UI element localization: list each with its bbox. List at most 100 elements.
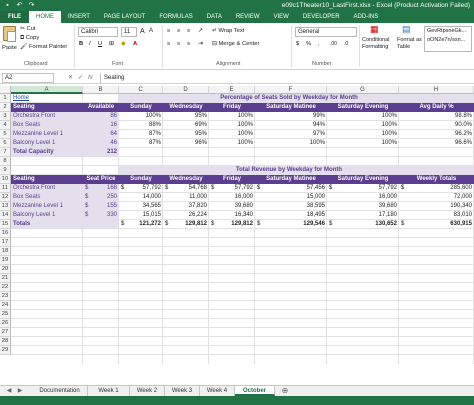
align-right-icon[interactable]: ≡: [187, 40, 190, 49]
table2-header[interactable]: Wednesday: [163, 175, 209, 184]
row-header-2[interactable]: 2: [0, 103, 11, 112]
currency-icon[interactable]: $: [296, 40, 299, 49]
redo-icon[interactable]: ↷: [27, 1, 36, 10]
table1-value[interactable]: 98.8%: [399, 112, 474, 121]
column-header-b[interactable]: B: [83, 86, 119, 94]
cancel-icon[interactable]: ✕: [68, 73, 73, 83]
table1-header[interactable]: Available: [83, 103, 119, 112]
total-capacity-label[interactable]: Total Capacity: [11, 148, 83, 157]
tab-add-ins[interactable]: ADD-INS: [347, 11, 386, 23]
table1-value[interactable]: 100%: [209, 121, 255, 130]
tab-developer[interactable]: DEVELOPER: [296, 11, 347, 23]
row-header-12[interactable]: 12: [0, 193, 11, 202]
row-header-20[interactable]: 20: [0, 265, 11, 274]
table1-header[interactable]: Seating: [11, 103, 83, 112]
table2-header[interactable]: Saturday Evening: [327, 175, 399, 184]
table2-value[interactable]: 129,546: [255, 220, 327, 229]
row-header-19[interactable]: 19: [0, 256, 11, 265]
column-header-d[interactable]: D: [163, 86, 209, 94]
row-header-21[interactable]: 21: [0, 274, 11, 283]
tab-formulas[interactable]: FORMULAS: [152, 11, 199, 23]
table1-value[interactable]: 46: [83, 139, 119, 148]
column-header-e[interactable]: E: [209, 86, 255, 94]
table1-value[interactable]: 94%: [255, 121, 327, 130]
table1-value[interactable]: 96%: [163, 139, 209, 148]
table2-value[interactable]: 15,015: [119, 211, 163, 220]
table2-value[interactable]: 330: [83, 211, 119, 220]
row-header-8[interactable]: 8: [0, 157, 11, 166]
table2-value[interactable]: 18,495: [255, 211, 327, 220]
tab-view[interactable]: VIEW: [267, 11, 296, 23]
row-header-5[interactable]: 5: [0, 130, 11, 139]
table2-value[interactable]: 37,820: [163, 202, 209, 211]
copy-button[interactable]: ⧉ Copy: [20, 34, 39, 43]
table1-value[interactable]: 100%: [209, 139, 255, 148]
table1-value[interactable]: 87%: [119, 130, 163, 139]
seating-label[interactable]: Box Seats: [11, 193, 83, 202]
orientation-icon[interactable]: ↗: [198, 27, 203, 36]
row-header-27[interactable]: 27: [0, 328, 11, 337]
row-header-24[interactable]: 24: [0, 301, 11, 310]
table2-value[interactable]: 38,595: [255, 202, 327, 211]
table1-value[interactable]: 16: [83, 121, 119, 130]
insert-function-icon[interactable]: fx: [88, 73, 93, 83]
seating-label[interactable]: Orchestra Front: [11, 112, 83, 121]
table1-value[interactable]: 100%: [327, 112, 399, 121]
align-middle-icon[interactable]: ≡: [177, 27, 180, 36]
merge-center-button[interactable]: ⊟ Merge & Center: [212, 40, 259, 49]
row-header-13[interactable]: 13: [0, 202, 11, 211]
table2-value[interactable]: 39,680: [327, 202, 399, 211]
name-box[interactable]: A2: [2, 73, 54, 83]
table1-header[interactable]: Friday: [209, 103, 255, 112]
row-header-25[interactable]: 25: [0, 310, 11, 319]
table2-value[interactable]: 121,272: [119, 220, 163, 229]
percent-icon[interactable]: %: [306, 40, 311, 49]
table1-value[interactable]: 100%: [209, 130, 255, 139]
cell-style-item[interactable]: oON2e7n/ssn...: [427, 36, 471, 45]
row-header-10[interactable]: 10: [0, 175, 11, 184]
seating-label[interactable]: Mezzanine Level 1: [11, 202, 83, 211]
table2-value[interactable]: 11,000: [163, 193, 209, 202]
grow-font-button[interactable]: A: [140, 27, 145, 36]
table2-header[interactable]: Saturday Matinee: [255, 175, 327, 184]
table1-value[interactable]: 96.2%: [399, 130, 474, 139]
column-header-h[interactable]: H: [399, 86, 474, 94]
cell-styles-gallery[interactable]: GevRtpsneGk... oON2e7n/ssn...: [424, 26, 472, 52]
table1-title[interactable]: Percentage of Seats Sold by Weekday for …: [119, 94, 459, 103]
row-header-26[interactable]: 26: [0, 319, 11, 328]
add-sheet-icon[interactable]: ⊕: [280, 386, 290, 396]
sheet-tab-week-1[interactable]: Week 1: [88, 386, 130, 396]
row-header-4[interactable]: 4: [0, 121, 11, 130]
tab-page-layout[interactable]: PAGE LAYOUT: [97, 11, 152, 23]
sheet-tab-documentation[interactable]: Documentation: [32, 386, 88, 396]
fill-color-icon[interactable]: ◆: [121, 40, 125, 49]
formula-input[interactable]: Seating: [100, 73, 470, 83]
sheet-tab-week-3[interactable]: Week 3: [165, 386, 200, 396]
tab-insert[interactable]: INSERT: [61, 11, 97, 23]
table2-value[interactable]: 129,812: [209, 220, 255, 229]
tab-review[interactable]: REVIEW: [229, 11, 267, 23]
wrap-text-button[interactable]: ↵ Wrap Text: [212, 27, 244, 36]
table1-header[interactable]: Wednesday: [163, 103, 209, 112]
table2-value[interactable]: 17,180: [327, 211, 399, 220]
table2-value[interactable]: 250: [83, 193, 119, 202]
table1-value[interactable]: 96.6%: [399, 139, 474, 148]
row-header-15[interactable]: 15: [0, 220, 11, 229]
row-header-17[interactable]: 17: [0, 238, 11, 247]
row-header-14[interactable]: 14: [0, 211, 11, 220]
align-bottom-icon[interactable]: ≡: [187, 27, 190, 36]
table1-value[interactable]: 87%: [119, 139, 163, 148]
table1-value[interactable]: 99%: [255, 112, 327, 121]
seating-label[interactable]: Balcony Level 1: [11, 139, 83, 148]
bold-button[interactable]: B: [79, 40, 83, 49]
table2-value[interactable]: 168: [83, 184, 119, 193]
row-header-28[interactable]: 28: [0, 337, 11, 346]
table1-value[interactable]: 100%: [209, 112, 255, 121]
table2-value[interactable]: 34,565: [119, 202, 163, 211]
table1-header[interactable]: Sunday: [119, 103, 163, 112]
table2-value[interactable]: 57,792: [209, 184, 255, 193]
increase-decimal-icon[interactable]: .00: [330, 40, 337, 49]
column-header-a[interactable]: A: [11, 86, 83, 94]
table2-value[interactable]: 130,652: [327, 220, 399, 229]
table2-value[interactable]: 16,000: [327, 193, 399, 202]
